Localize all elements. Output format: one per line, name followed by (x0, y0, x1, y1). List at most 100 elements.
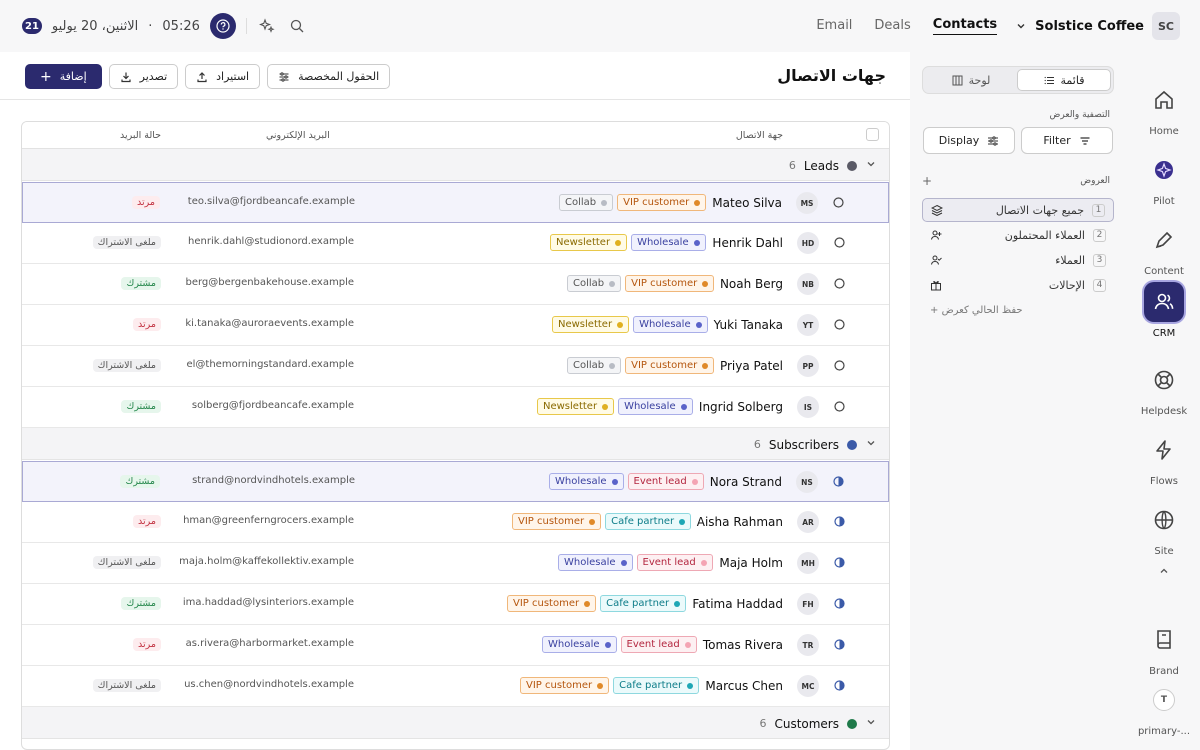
nav-contacts[interactable]: Contacts (932, 17, 998, 35)
rail-item-primary[interactable]: Tprimary-... (1128, 680, 1200, 737)
status-open-icon[interactable] (834, 401, 845, 412)
tag[interactable]: VIP customer (512, 513, 602, 530)
status-open-icon[interactable] (834, 319, 845, 330)
tag[interactable]: Newsletter (537, 398, 615, 415)
help-button[interactable] (209, 13, 236, 39)
tag[interactable]: VIP customer (625, 357, 715, 374)
tag[interactable]: VIP customer (625, 275, 715, 292)
tag[interactable]: Wholesale (618, 398, 693, 415)
table-row[interactable]: PP Priya Patel Collab VIP customer el@themor… (22, 346, 889, 387)
tag[interactable]: Cafe partner (613, 677, 700, 694)
nav-deals[interactable]: Deals (874, 18, 910, 35)
tag[interactable]: Collab (567, 357, 622, 374)
search-button[interactable] (287, 16, 307, 36)
tag[interactable]: Newsletter (552, 316, 630, 333)
table-row[interactable]: TR Tomas Rivera Wholesale Event lead as.rive… (22, 625, 889, 666)
rail-item-flows[interactable]: Flows (1128, 430, 1200, 487)
status-open-icon[interactable] (834, 237, 845, 248)
list-view-tab[interactable]: قائمة (1017, 69, 1111, 91)
tag[interactable]: Collab (567, 275, 622, 292)
rail-item-pilot[interactable]: Pilot (1128, 150, 1200, 207)
view-item[interactable]: جميع جهات الاتصال 1 (922, 198, 1114, 222)
table-row[interactable]: MC Marcus Chen VIP customer Cafe partner us.… (22, 666, 889, 707)
status-half-icon[interactable] (834, 516, 845, 527)
status-half-icon[interactable] (834, 680, 845, 691)
tag[interactable]: Cafe partner (600, 595, 687, 612)
status-half-icon[interactable] (833, 476, 844, 487)
user-avatar[interactable]: SC (1152, 12, 1180, 40)
filter-button[interactable]: Filter (1021, 127, 1113, 154)
rail-item-content[interactable]: Content (1128, 220, 1200, 277)
rail-item-brand[interactable]: Brand (1128, 620, 1200, 677)
contact-name[interactable]: Marcus Chen (705, 679, 783, 693)
rail-item-crm[interactable]: CRM (1128, 282, 1200, 339)
notification-count[interactable]: 21 (22, 18, 42, 34)
col-email[interactable]: البريد الإلكتروني (266, 130, 330, 141)
save-view-link[interactable]: + حفظ الحالي كعرض (930, 305, 1023, 316)
tag[interactable]: Wholesale (542, 636, 617, 653)
tag[interactable]: Wholesale (549, 473, 624, 490)
tag[interactable]: Event lead (636, 554, 713, 571)
group-header-leads[interactable]: 6 Leads (22, 149, 889, 181)
table-row[interactable]: MH Maja Holm Wholesale Event lead maja.holm@… (22, 543, 889, 584)
contact-name[interactable]: Tomas Rivera (703, 638, 783, 652)
table-row[interactable]: YT Yuki Tanaka Newsletter Wholesale ki.tanak… (22, 305, 889, 346)
contact-name[interactable]: Maja Holm (719, 556, 783, 570)
status-open-icon[interactable] (833, 197, 844, 208)
chevron-down-icon[interactable] (865, 158, 877, 173)
table-row[interactable]: MS Mateo Silva Collab VIP customer teo.silva… (22, 182, 889, 223)
table-row[interactable]: AR Aisha Rahman VIP customer Cafe partner hm… (22, 502, 889, 543)
chevron-down-icon[interactable] (1015, 20, 1027, 32)
col-contact[interactable]: جهة الاتصال (736, 130, 783, 141)
tag[interactable]: VIP customer (520, 677, 610, 694)
contact-name[interactable]: Aisha Rahman (697, 515, 783, 529)
custom-fields-button[interactable]: الحقول المخصصة (267, 64, 391, 89)
collapse-rail-button[interactable] (1128, 565, 1200, 577)
contact-name[interactable]: Noah Berg (720, 277, 783, 291)
view-item[interactable]: العملاء 3 (922, 248, 1114, 272)
select-all-checkbox[interactable] (866, 128, 879, 141)
contact-name[interactable]: Henrik Dahl (712, 236, 783, 250)
workspace-name[interactable]: Solstice Coffee (1035, 19, 1144, 34)
rail-item-home[interactable]: Home (1128, 80, 1200, 137)
rail-item-helpdesk[interactable]: Helpdesk (1128, 360, 1200, 417)
view-item[interactable]: العملاء المحتملون 2 (922, 223, 1114, 247)
tag[interactable]: Wholesale (558, 554, 633, 571)
status-half-icon[interactable] (834, 557, 845, 568)
contact-name[interactable]: Yuki Tanaka (714, 318, 783, 332)
rail-item-site[interactable]: Site (1128, 500, 1200, 557)
table-row[interactable]: FH Fatima Haddad VIP customer Cafe partner i… (22, 584, 889, 625)
status-half-icon[interactable] (834, 598, 845, 609)
tag[interactable]: Newsletter (550, 234, 628, 251)
tag[interactable]: Cafe partner (605, 513, 692, 530)
view-item[interactable]: الإحالات 4 (922, 273, 1114, 297)
nav-email[interactable]: Email (816, 18, 852, 35)
contact-name[interactable]: Fatima Haddad (692, 597, 783, 611)
contact-name[interactable]: Ingrid Solberg (699, 400, 783, 414)
table-row[interactable]: NB Noah Berg Collab VIP customer berg@bergen… (22, 264, 889, 305)
add-button[interactable]: + إضافة (25, 64, 102, 89)
group-header-customers[interactable]: 6 Customers (22, 707, 889, 739)
table-row[interactable]: NS Nora Strand Wholesale Event lead strand@n… (22, 461, 889, 502)
table-row[interactable]: IS Ingrid Solberg Newsletter Wholesale solbe… (22, 387, 889, 428)
status-open-icon[interactable] (834, 360, 845, 371)
tag[interactable]: Wholesale (631, 234, 706, 251)
contact-name[interactable]: Nora Strand (710, 475, 782, 489)
status-half-icon[interactable] (834, 639, 845, 650)
tag[interactable]: Wholesale (633, 316, 708, 333)
board-view-tab[interactable]: لوحة (925, 69, 1017, 91)
export-button[interactable]: تصدير (108, 64, 179, 89)
group-header-subscribers[interactable]: 6 Subscribers (22, 428, 889, 460)
add-view-button[interactable]: + (922, 174, 932, 188)
contact-name[interactable]: Priya Patel (720, 359, 783, 373)
table-row[interactable]: HD Henrik Dahl Newsletter Wholesale henrik.d… (22, 223, 889, 264)
tag[interactable]: VIP customer (507, 595, 597, 612)
import-button[interactable]: استيراد (185, 64, 261, 89)
chevron-down-icon[interactable] (865, 437, 877, 452)
tag[interactable]: Event lead (620, 636, 697, 653)
chevron-down-icon[interactable] (865, 716, 877, 731)
col-status[interactable]: حالة البريد (120, 130, 161, 141)
sparkle-button[interactable] (257, 16, 277, 36)
tag[interactable]: Event lead (627, 473, 704, 490)
contact-name[interactable]: Mateo Silva (712, 196, 782, 210)
